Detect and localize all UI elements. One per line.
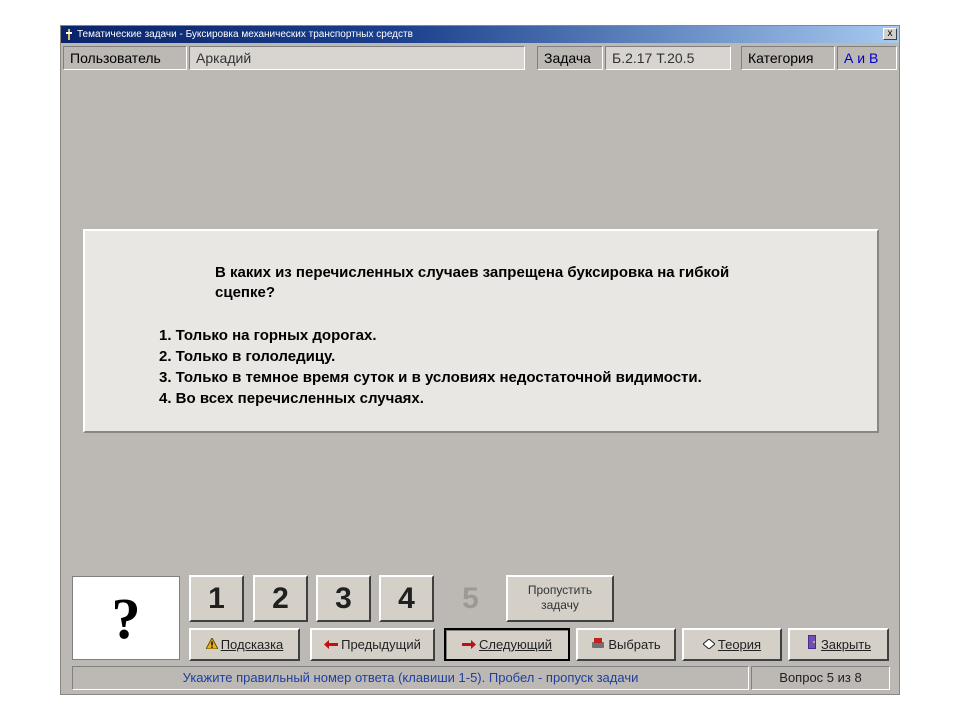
theory-button[interactable]: Теория	[682, 628, 782, 661]
hint-label: Подсказка	[220, 637, 284, 652]
answer-option-1: 1. Только на горных дорогах.	[159, 327, 377, 344]
skip-task-button[interactable]: Пропустить задачу	[506, 575, 614, 622]
answer-option-2: 2. Только в гололедицу.	[159, 348, 336, 365]
next-button[interactable]: Следующий	[444, 628, 570, 661]
arrow-right-icon	[462, 631, 476, 660]
pick-icon	[591, 631, 605, 660]
category-label: Категория	[741, 46, 835, 70]
door-icon	[806, 631, 818, 660]
answer-button-4[interactable]: 4	[379, 575, 434, 622]
answer-button-2[interactable]: 2	[253, 575, 308, 622]
answer-list: 1. Только на горных дорогах. 2. Только в…	[159, 325, 702, 409]
arrow-left-icon	[324, 631, 339, 660]
skip-label-line2: задачу	[541, 598, 579, 612]
question-text: В каких из перечисленных случаев запреще…	[215, 264, 730, 301]
status-instruction: Укажите правильный номер ответа (клавиши…	[72, 666, 749, 690]
window-title: Тематические задачи - Буксировка механич…	[77, 29, 413, 40]
theory-icon	[702, 631, 716, 660]
user-label: Пользователь	[63, 46, 187, 70]
choose-button[interactable]: Выбрать	[576, 628, 676, 661]
close-button[interactable]: Закрыть	[788, 628, 889, 661]
title-bar[interactable]: Тематические задачи - Буксировка механич…	[61, 26, 899, 43]
task-value: Б.2.17 Т.20.5	[605, 46, 731, 70]
user-value: Аркадий	[189, 46, 525, 70]
skip-label-line1: Пропустить	[527, 583, 593, 597]
close-label: Закрыть	[820, 637, 872, 652]
answer-option-4: 4. Во всех перечисленных случаях.	[159, 390, 424, 407]
theory-label: Теория	[717, 637, 762, 652]
category-value: А и В	[837, 46, 897, 70]
hint-button[interactable]: Подсказка	[189, 628, 300, 661]
question-progress: Вопрос 5 из 8	[751, 666, 890, 690]
info-bar: Пользователь Аркадий Задача Б.2.17 Т.20.…	[63, 46, 897, 70]
app-icon	[65, 29, 73, 40]
hint-icon	[204, 631, 219, 660]
selected-answer-display: ?	[72, 576, 180, 660]
choose-label: Выбрать	[608, 637, 661, 652]
next-label: Следующий	[479, 637, 552, 652]
previous-label: Предыдущий	[341, 637, 421, 652]
answer-button-5: 5	[462, 582, 479, 615]
question-panel: В каких из перечисленных случаев запреще…	[83, 229, 879, 433]
answer-button-3[interactable]: 3	[316, 575, 371, 622]
previous-button[interactable]: Предыдущий	[310, 628, 435, 661]
close-icon[interactable]: x	[883, 28, 897, 40]
app-window: Тематические задачи - Буксировка механич…	[60, 25, 900, 695]
answer-option-3: 3. Только в темное время суток и в услов…	[159, 369, 702, 386]
task-label: Задача	[537, 46, 603, 70]
answer-button-1[interactable]: 1	[189, 575, 244, 622]
